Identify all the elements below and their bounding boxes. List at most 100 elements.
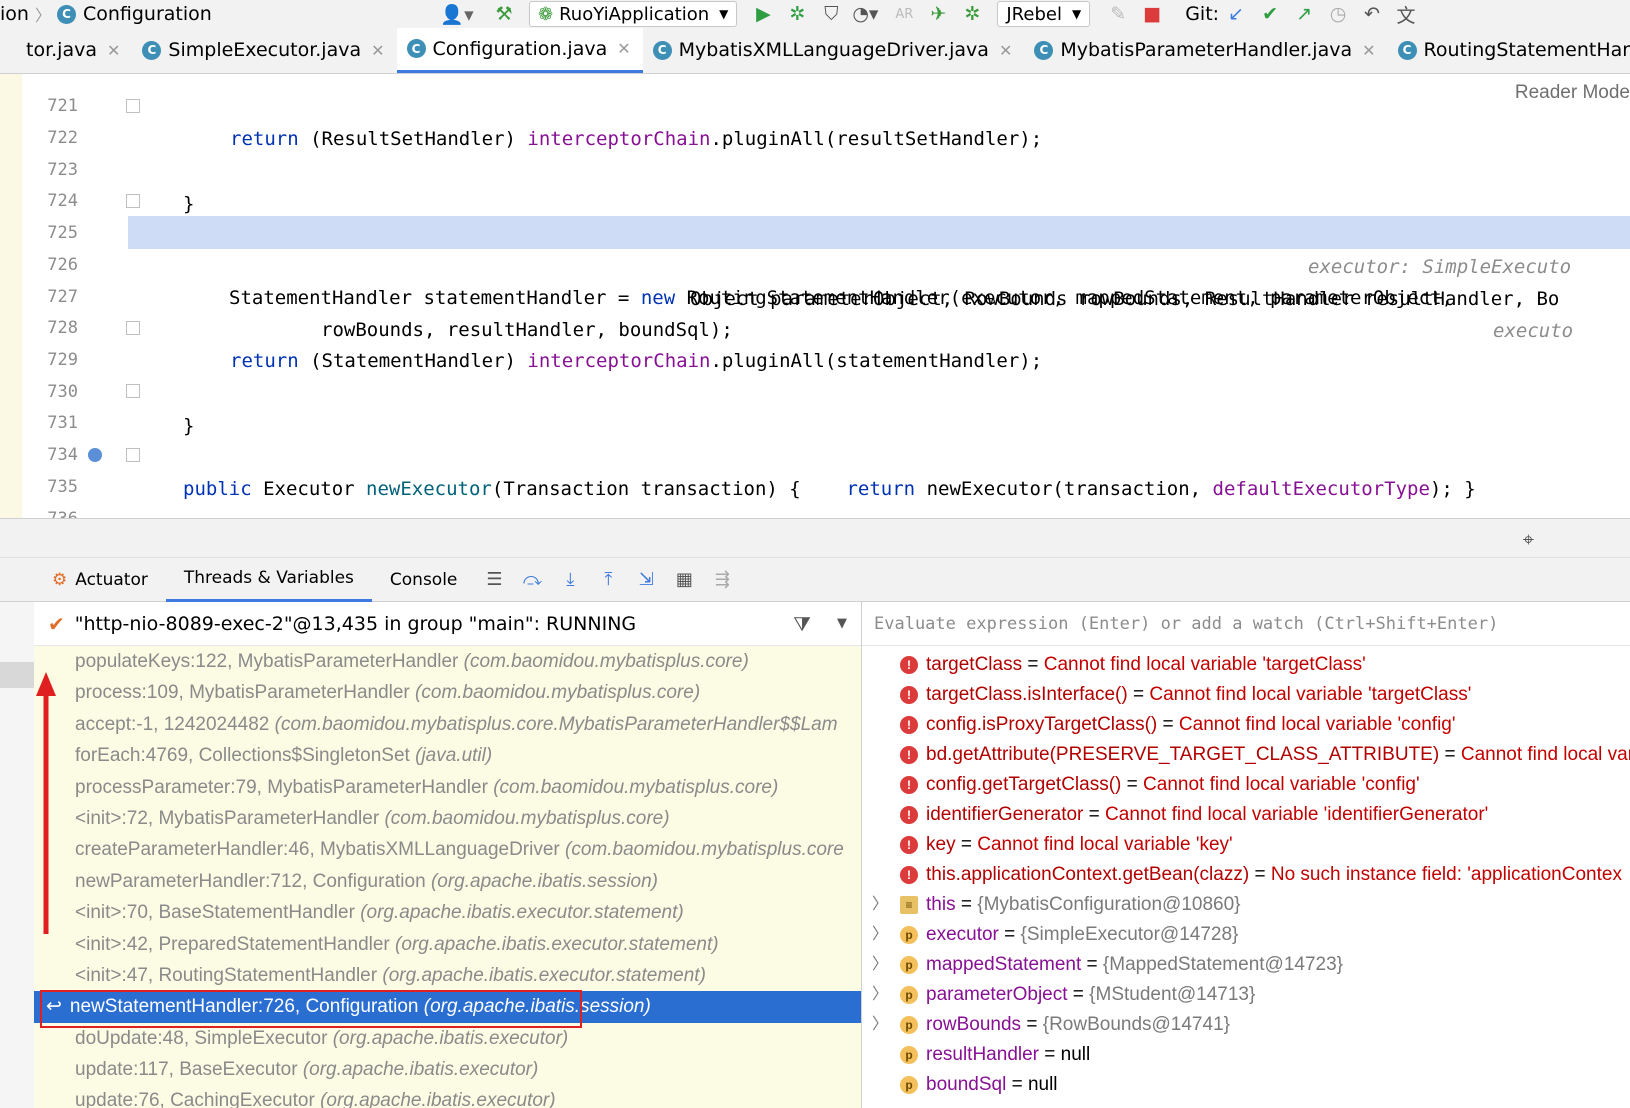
chevron-down-icon[interactable]: ▼ — [837, 616, 847, 631]
user-icon[interactable]: 👤▾ — [440, 2, 473, 26]
jrebel-debug-icon[interactable]: ✲ — [960, 2, 984, 26]
tab-threads-variables[interactable]: Threads & Variables — [165, 558, 372, 602]
tab-2[interactable]: C Configuration.java ✕ — [396, 28, 643, 73]
tab-console[interactable]: Console — [372, 558, 476, 602]
variable-row[interactable]: 〉 ≡ this = {MybatisConfiguration@10860} — [862, 890, 1630, 920]
evaluate-icon[interactable]: ▦ — [669, 565, 699, 595]
crosshair-icon[interactable]: ⌖ — [1523, 527, 1534, 551]
rollback-icon[interactable]: ↶ — [1360, 2, 1384, 26]
menu-icon[interactable]: ☰ — [479, 565, 509, 595]
close-icon[interactable]: ✕ — [999, 41, 1012, 60]
jrebel-select[interactable]: JRebel ▼ — [997, 1, 1091, 27]
debug-icon[interactable]: ✲ — [785, 2, 809, 26]
jrebel-logo-icon[interactable]: ✎ — [1106, 2, 1130, 26]
expand-icon[interactable]: 〉 — [872, 890, 888, 920]
stack-frame[interactable]: <init>:72, MybatisParameterHandler (com.… — [34, 803, 861, 834]
tab-actuator[interactable]: ⚙ Actuator — [0, 558, 166, 602]
variable-row[interactable]: 〉 p rowBounds = {RowBounds@14741} — [862, 1010, 1630, 1040]
variable-row[interactable]: ! bd.getAttribute(PRESERVE_TARGET_CLASS_A… — [862, 740, 1630, 770]
frame-method: <init>:70, BaseStatementHandler — [75, 902, 355, 924]
variable-row[interactable]: p boundSql = null — [862, 1070, 1630, 1100]
tab-label: RoutingStatementHandler.java — [1423, 39, 1630, 61]
thread-label: "http-nio-8089-exec-2"@13,435 in group "… — [74, 612, 637, 635]
close-icon[interactable]: ✕ — [617, 39, 630, 58]
close-icon[interactable]: ✕ — [371, 41, 384, 60]
fold-icon[interactable] — [126, 384, 140, 398]
git-update-icon[interactable]: ↙ — [1224, 2, 1248, 26]
trace-icon[interactable]: ⇶ — [707, 565, 737, 595]
tab-1[interactable]: C SimpleExecutor.java ✕ — [132, 28, 396, 73]
expand-icon[interactable]: 〉 — [872, 920, 888, 950]
code-line: 728 return (StatementHandler) intercepto… — [0, 279, 1630, 372]
stack-frame[interactable]: createParameterHandler:46, MybatisXMLLan… — [34, 834, 861, 865]
fold-icon[interactable] — [126, 99, 140, 113]
expand-icon[interactable]: 〉 — [872, 950, 888, 980]
close-icon[interactable]: ✕ — [107, 41, 120, 60]
variable-row[interactable]: 〉 p mappedStatement = {MappedStatement@147… — [862, 950, 1630, 980]
tab-5[interactable]: C RoutingStatementHandler.java — [1388, 28, 1630, 73]
variable-name: this.applicationContext.getBean(clazz) — [926, 864, 1250, 885]
fold-icon[interactable] — [126, 448, 140, 462]
stack-frame[interactable]: update:117, BaseExecutor (org.apache.iba… — [34, 1054, 861, 1085]
profile-icon[interactable]: ◔▾ — [852, 2, 878, 26]
stack-frame[interactable]: update:76, CachingExecutor (org.apache.i… — [34, 1085, 861, 1108]
expand-icon[interactable]: 〉 — [872, 1010, 888, 1040]
stack-frame[interactable]: <init>:70, BaseStatementHandler (org.apa… — [34, 897, 861, 928]
ar-icon[interactable]: AR — [892, 2, 916, 26]
step-over-icon[interactable]: ⤼ — [517, 565, 547, 595]
frames-left-strip — [0, 602, 34, 1108]
run-to-cursor-icon[interactable]: ⇲ — [631, 565, 661, 595]
variable-row[interactable]: 〉 p parameterObject = {MStudent@14713} — [862, 980, 1630, 1010]
close-icon[interactable]: ✕ — [1362, 41, 1375, 60]
git-commit-icon[interactable]: ✔ — [1258, 2, 1282, 26]
hammer-icon[interactable]: ⚒ — [492, 2, 516, 26]
stop-icon[interactable]: ■ — [1140, 2, 1164, 26]
tab-3[interactable]: C MybatisXMLLanguageDriver.java ✕ — [643, 28, 1025, 73]
run-icon[interactable]: ▶ — [751, 2, 775, 26]
stack-frame[interactable]: accept:-1, 1242024482 (com.baomidou.myba… — [34, 709, 861, 740]
run-config-select[interactable]: ❁ RuoYiApplication ▼ — [529, 1, 738, 27]
frame-package: (org.apache.ibatis.session) — [430, 870, 659, 892]
line-number: 725 — [47, 223, 78, 243]
tab-0[interactable]: tor.java ✕ — [0, 28, 132, 73]
variable-row[interactable]: p resultHandler = null — [862, 1040, 1630, 1070]
fold-icon[interactable] — [126, 194, 140, 208]
jrebel-run-icon[interactable]: ✈ — [926, 2, 950, 26]
step-out-icon[interactable]: ⤒ — [593, 565, 623, 595]
translate-icon[interactable]: 文 — [1394, 2, 1418, 27]
breadcrumb-file[interactable]: Configuration — [83, 3, 212, 25]
expand-icon[interactable]: 〉 — [872, 980, 888, 1010]
variable-row[interactable]: ! config.isProxyTargetClass() = Cannot fi… — [862, 710, 1630, 740]
stack-frame[interactable]: forEach:4769, Collections$SingletonSet (… — [34, 740, 861, 771]
coverage-icon[interactable]: ⛉ — [819, 2, 843, 26]
variable-row[interactable]: ! targetClass = Cannot find local variabl… — [862, 650, 1630, 680]
frame-method: createParameterHandler:46, MybatisXMLLan… — [75, 839, 560, 861]
stack-frame[interactable]: <init>:42, PreparedStatementHandler (org… — [34, 929, 861, 960]
parameter-icon: p — [900, 926, 918, 944]
history-icon[interactable]: ◷ — [1326, 2, 1350, 26]
stack-frame[interactable]: process:109, MybatisParameterHandler (co… — [34, 677, 861, 708]
implementation-marker-icon[interactable] — [88, 448, 102, 462]
filter-icon[interactable]: ⧩ — [793, 612, 811, 636]
tab-4[interactable]: C MybatisParameterHandler.java ✕ — [1024, 28, 1387, 73]
variable-row[interactable]: ! targetClass.isInterface() = Cannot find… — [862, 680, 1630, 710]
thread-selector[interactable]: ✔ "http-nio-8089-exec-2"@13,435 in group… — [34, 602, 861, 646]
breadcrumb-prefix[interactable]: ion — [0, 3, 29, 25]
variable-row[interactable]: ! identifierGenerator = Cannot find local… — [862, 800, 1630, 830]
stack-frame[interactable]: <init>:47, RoutingStatementHandler (org.… — [34, 960, 861, 991]
variable-row[interactable]: ! this.applicationContext.getBean(clazz) … — [862, 860, 1630, 890]
this-icon: ≡ — [900, 896, 918, 914]
step-into-icon[interactable]: ⤓ — [555, 565, 585, 595]
variable-row[interactable]: ! key = Cannot find local variable 'key' — [862, 830, 1630, 860]
fold-icon[interactable] — [126, 321, 140, 335]
editor-tabs: tor.java ✕ C SimpleExecutor.java ✕ C Configu… — [0, 28, 1630, 74]
variable-row[interactable]: 〉 p executor = {SimpleExecutor@14728} — [862, 920, 1630, 950]
stack-frame[interactable]: populateKeys:122, MybatisParameterHandle… — [34, 646, 861, 677]
code-editor[interactable]: Reader Mode 721 return (ResultSetHandler… — [0, 74, 1630, 518]
stack-frame[interactable]: newParameterHandler:712, Configuration (… — [34, 866, 861, 897]
actuator-icon: ⚙ — [52, 569, 68, 590]
git-push-icon[interactable]: ↗ — [1292, 2, 1316, 26]
stack-frame[interactable]: processParameter:79, MybatisParameterHan… — [34, 772, 861, 803]
variable-row[interactable]: ! config.getTargetClass() = Cannot find l… — [862, 770, 1630, 800]
watch-input[interactable]: Evaluate expression (Enter) or add a wat… — [862, 602, 1630, 646]
